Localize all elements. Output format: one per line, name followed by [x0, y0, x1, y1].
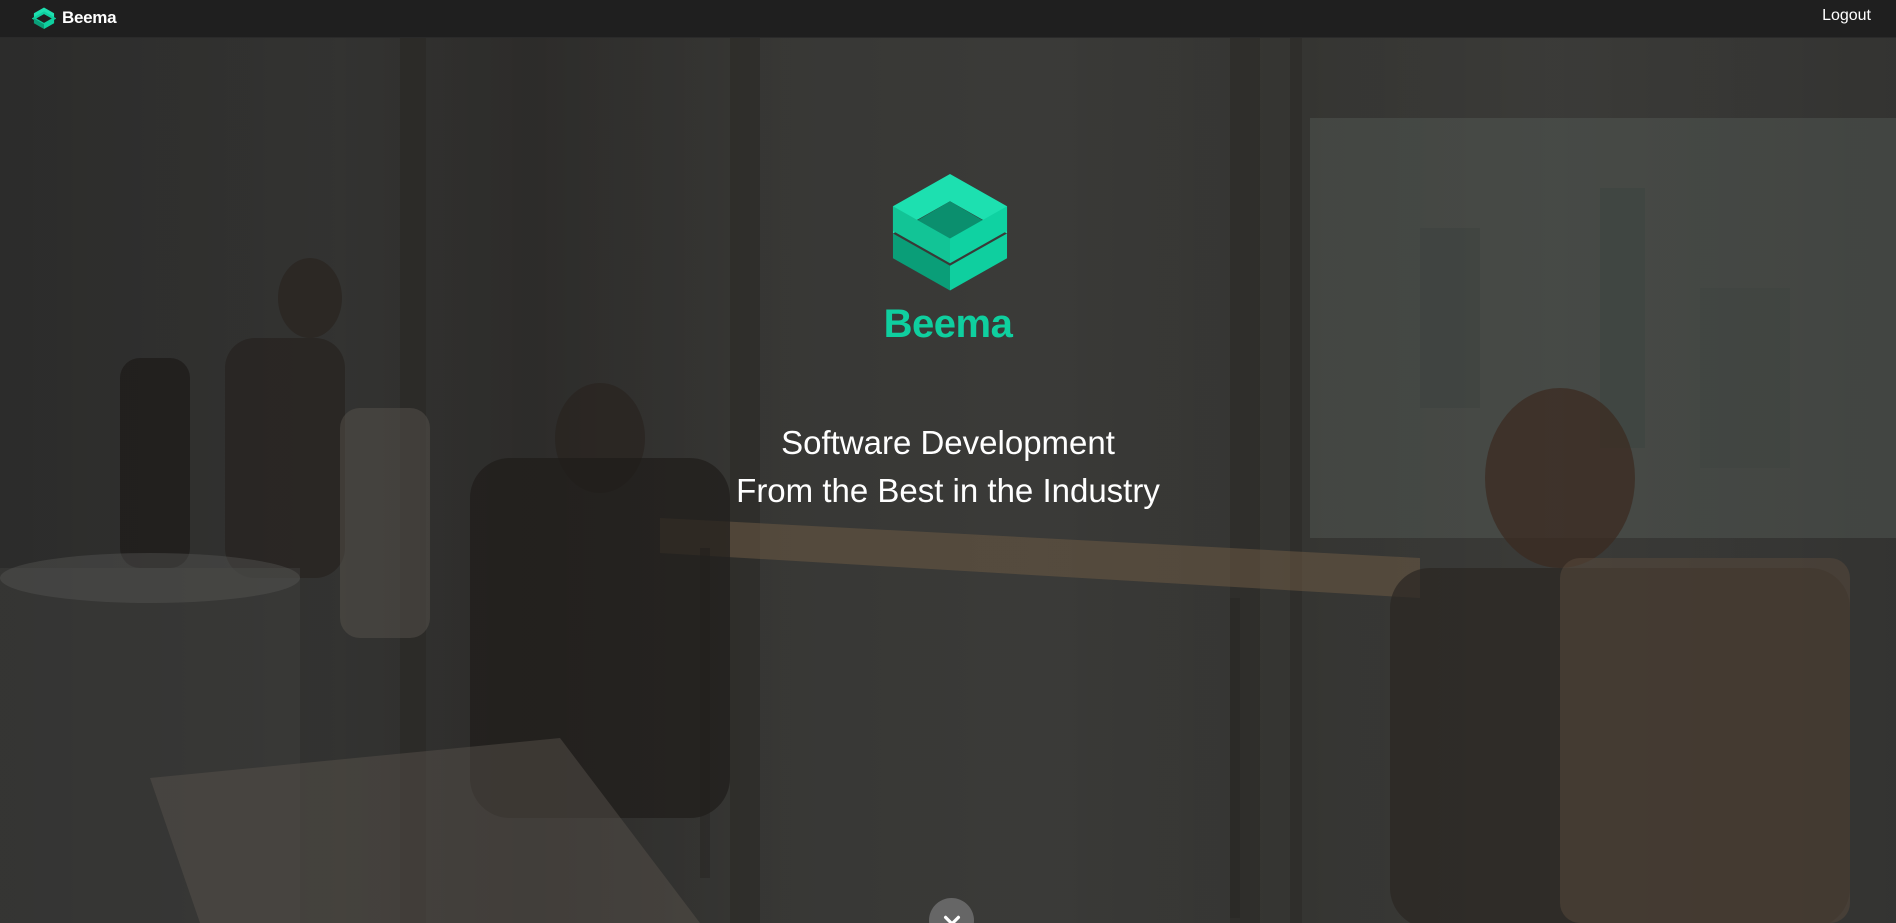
beema-logo-icon	[32, 7, 56, 30]
chevron-down-icon	[943, 915, 960, 923]
beema-logo-icon	[892, 173, 1008, 291]
brand-name: Beema	[62, 8, 117, 27]
top-navbar: Beema Logout	[0, 0, 1896, 38]
hero-tagline-line2: From the Best in the Industry	[736, 472, 1160, 509]
logout-link[interactable]: Logout	[1822, 7, 1871, 25]
hero-section: Beema Software Development From the Best…	[0, 38, 1896, 923]
brand-link[interactable]: Beema	[32, 4, 117, 32]
hero-tagline-line1: Software Development	[781, 424, 1115, 461]
hero-brand-name: Beema	[883, 302, 1013, 346]
